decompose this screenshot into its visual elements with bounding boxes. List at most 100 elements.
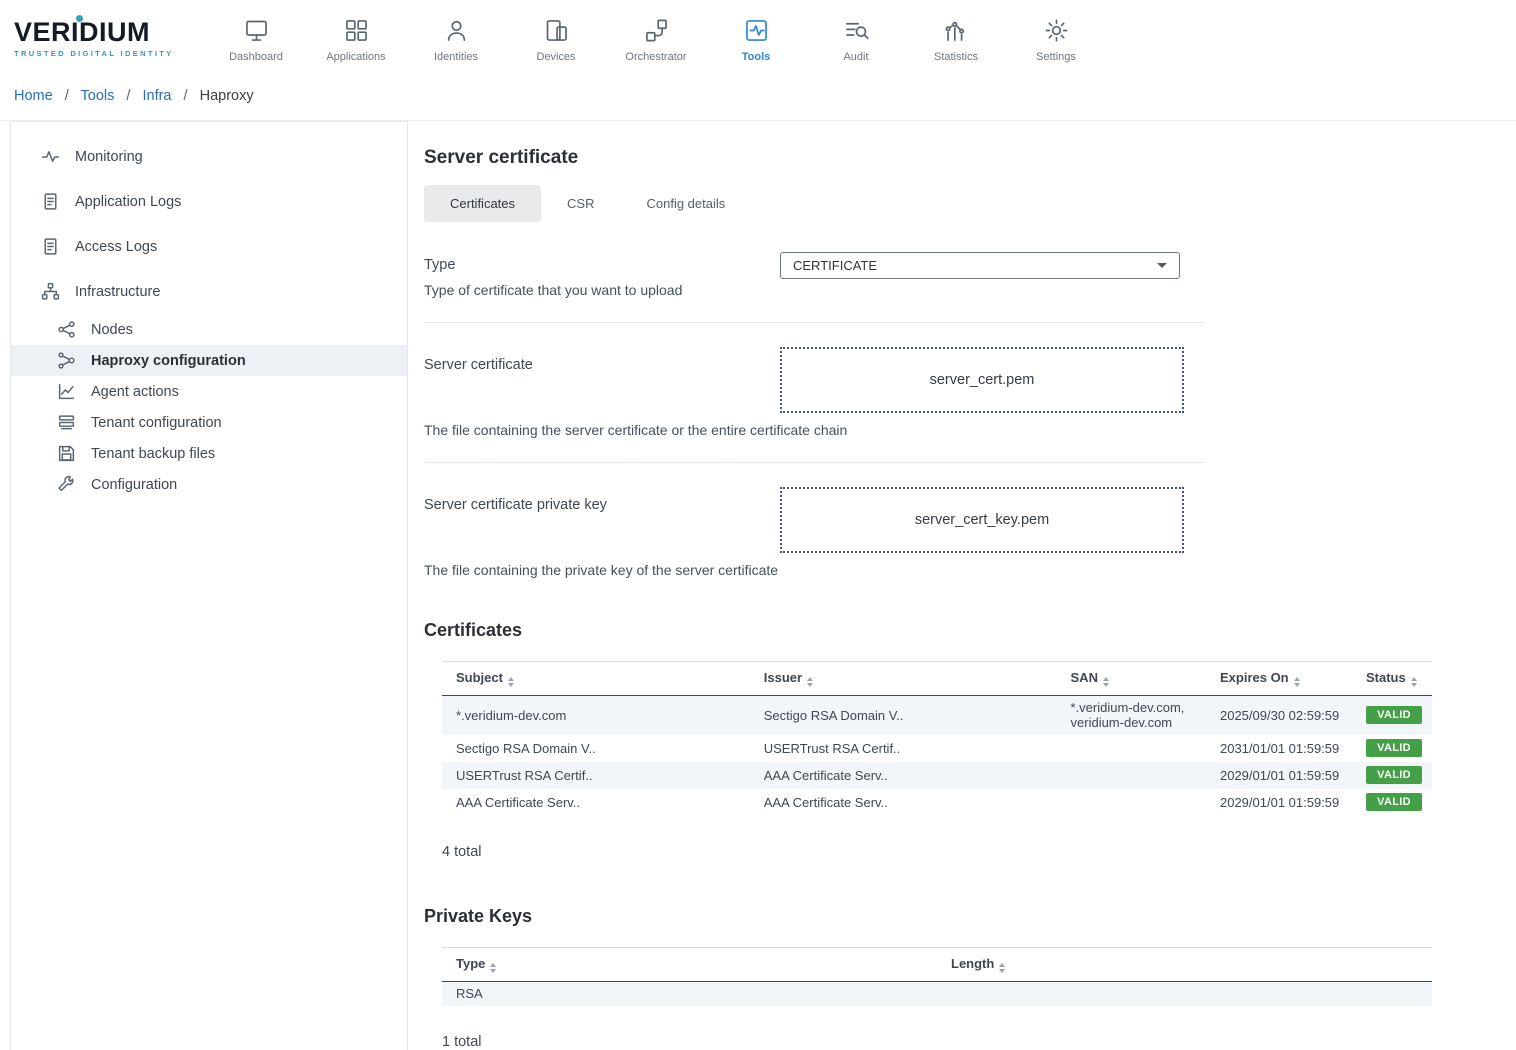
tenant-configuration-icon bbox=[57, 413, 76, 432]
chevron-down-icon bbox=[1157, 263, 1167, 268]
main-nav: Dashboard Applications Identities Device… bbox=[206, 13, 1106, 63]
sidebar-item-tenant-backup-files[interactable]: Tenant backup files bbox=[11, 438, 407, 469]
breadcrumb-current: Haproxy bbox=[200, 88, 254, 104]
sidebar-item-monitoring[interactable]: Monitoring bbox=[11, 134, 407, 179]
infrastructure-icon bbox=[41, 282, 60, 301]
table-cell-san bbox=[1057, 762, 1206, 789]
column-header-san[interactable]: SAN bbox=[1057, 662, 1206, 696]
server-cert-dropzone[interactable]: server_cert.pem bbox=[780, 347, 1184, 413]
tools-icon bbox=[743, 17, 770, 44]
table-cell-status: VALID bbox=[1352, 789, 1432, 816]
tab-certificates[interactable]: Certificates bbox=[424, 185, 541, 222]
sidebar-item-label: Access Logs bbox=[75, 239, 157, 255]
veridium-logo[interactable]: VERIDIUM TRUSTED DIGITAL IDENTITY bbox=[14, 19, 184, 58]
monitoring-icon bbox=[41, 147, 60, 166]
divider bbox=[424, 462, 1204, 463]
dashboard-icon bbox=[243, 17, 270, 44]
sidebar-item-agent-actions[interactable]: Agent actions bbox=[11, 376, 407, 407]
certificates-section-title: Certificates bbox=[424, 620, 1516, 641]
nav-item-settings[interactable]: Settings bbox=[1006, 13, 1106, 63]
column-header-issuer[interactable]: Issuer bbox=[750, 662, 1057, 696]
statistics-icon bbox=[943, 17, 970, 44]
column-header-expires-on[interactable]: Expires On bbox=[1206, 662, 1352, 696]
sidebar-item-label: Nodes bbox=[91, 322, 133, 338]
sidebar-item-tenant-configuration[interactable]: Tenant configuration bbox=[11, 407, 407, 438]
nav-label: Devices bbox=[536, 51, 575, 63]
certificates-table: Subject Issuer SAN Expires On Status *.v… bbox=[442, 661, 1432, 816]
nav-label: Applications bbox=[326, 51, 385, 63]
table-cell-san: *.veridium-dev.com, veridium-dev.com bbox=[1057, 696, 1206, 735]
private-keys-section-title: Private Keys bbox=[424, 906, 1516, 927]
nav-item-audit[interactable]: Audit bbox=[806, 13, 906, 63]
sidebar-item-access-logs[interactable]: Access Logs bbox=[11, 224, 407, 269]
sidebar-item-nodes[interactable]: Nodes bbox=[11, 314, 407, 345]
table-cell-subject: Sectigo RSA Domain V.. bbox=[442, 735, 750, 762]
sidebar-item-label: Configuration bbox=[91, 477, 177, 493]
table-cell-san bbox=[1057, 735, 1206, 762]
sidebar-item-infrastructure[interactable]: Infrastructure bbox=[11, 269, 407, 314]
sort-icon bbox=[1103, 677, 1109, 687]
certificates-total: 4 total bbox=[442, 844, 1516, 860]
applications-icon bbox=[343, 17, 370, 44]
column-header-status[interactable]: Status bbox=[1352, 662, 1432, 696]
logo-wordmark: VERIDIUM bbox=[14, 19, 184, 46]
breadcrumb-home[interactable]: Home bbox=[14, 88, 53, 104]
haproxy-icon bbox=[57, 351, 76, 370]
application-logs-icon bbox=[41, 192, 60, 211]
private-key-label: Server certificate private key bbox=[424, 487, 780, 513]
breadcrumb: Home / Tools / Infra / Haproxy bbox=[0, 76, 1516, 120]
tab-config-details[interactable]: Config details bbox=[620, 185, 751, 222]
private-keys-table-body: RSA bbox=[442, 982, 1432, 1006]
nav-item-applications[interactable]: Applications bbox=[306, 13, 406, 63]
nav-item-statistics[interactable]: Statistics bbox=[906, 13, 1006, 63]
column-header-length[interactable]: Length bbox=[937, 948, 1432, 982]
settings-icon bbox=[1043, 17, 1070, 44]
table-row: AAA Certificate Serv..AAA Certificate Se… bbox=[442, 789, 1432, 816]
sidebar-item-configuration[interactable]: Configuration bbox=[11, 469, 407, 500]
sidebar-item-haproxy-configuration[interactable]: Haproxy configuration bbox=[11, 345, 407, 376]
private-key-help: The file containing the private key of t… bbox=[424, 562, 1204, 578]
audit-icon bbox=[843, 17, 870, 44]
configuration-icon bbox=[57, 475, 76, 494]
breadcrumb-separator: / bbox=[65, 88, 69, 104]
table-cell-subject: *.veridium-dev.com bbox=[442, 696, 750, 735]
breadcrumb-infra[interactable]: Infra bbox=[142, 88, 171, 104]
table-cell-issuer: AAA Certificate Serv.. bbox=[750, 762, 1057, 789]
certificate-type-select[interactable]: CERTIFICATE bbox=[780, 252, 1180, 279]
logo-tagline: TRUSTED DIGITAL IDENTITY bbox=[14, 49, 184, 58]
nav-item-identities[interactable]: Identities bbox=[406, 13, 506, 63]
breadcrumb-separator: / bbox=[184, 88, 188, 104]
type-help: Type of certificate that you want to upl… bbox=[424, 282, 780, 298]
sidebar-item-label: Tenant backup files bbox=[91, 446, 215, 462]
nav-item-dashboard[interactable]: Dashboard bbox=[206, 13, 306, 63]
nav-item-tools[interactable]: Tools bbox=[706, 13, 806, 63]
sidebar-item-application-logs[interactable]: Application Logs bbox=[11, 179, 407, 224]
server-cert-help: The file containing the server certifica… bbox=[424, 422, 1204, 438]
sidebar: Monitoring Application Logs Access Logs … bbox=[10, 121, 408, 1050]
sort-icon bbox=[1294, 677, 1300, 687]
table-cell-status: VALID bbox=[1352, 762, 1432, 789]
table-cell-type: RSA bbox=[442, 982, 937, 1006]
tab-csr[interactable]: CSR bbox=[541, 185, 620, 222]
column-header-subject[interactable]: Subject bbox=[442, 662, 750, 696]
column-header-type[interactable]: Type bbox=[442, 948, 937, 982]
sidebar-item-label: Infrastructure bbox=[75, 284, 160, 300]
private-key-dropzone[interactable]: server_cert_key.pem bbox=[780, 487, 1184, 553]
table-cell-issuer: Sectigo RSA Domain V.. bbox=[750, 696, 1057, 735]
table-row: RSA bbox=[442, 982, 1432, 1006]
orchestrator-icon bbox=[643, 17, 670, 44]
table-row: *.veridium-dev.comSectigo RSA Domain V..… bbox=[442, 696, 1432, 735]
certificate-type-value: CERTIFICATE bbox=[793, 258, 877, 273]
certificates-table-body: *.veridium-dev.comSectigo RSA Domain V..… bbox=[442, 696, 1432, 816]
breadcrumb-tools[interactable]: Tools bbox=[81, 88, 115, 104]
nav-item-orchestrator[interactable]: Orchestrator bbox=[606, 13, 706, 63]
table-cell-status: VALID bbox=[1352, 696, 1432, 735]
devices-icon bbox=[543, 17, 570, 44]
divider bbox=[424, 322, 1204, 323]
nodes-icon bbox=[57, 320, 76, 339]
table-row: USERTrust RSA Certif..AAA Certificate Se… bbox=[442, 762, 1432, 789]
nav-item-devices[interactable]: Devices bbox=[506, 13, 606, 63]
breadcrumb-separator: / bbox=[126, 88, 130, 104]
tenant-backup-icon bbox=[57, 444, 76, 463]
sort-icon bbox=[508, 677, 514, 687]
